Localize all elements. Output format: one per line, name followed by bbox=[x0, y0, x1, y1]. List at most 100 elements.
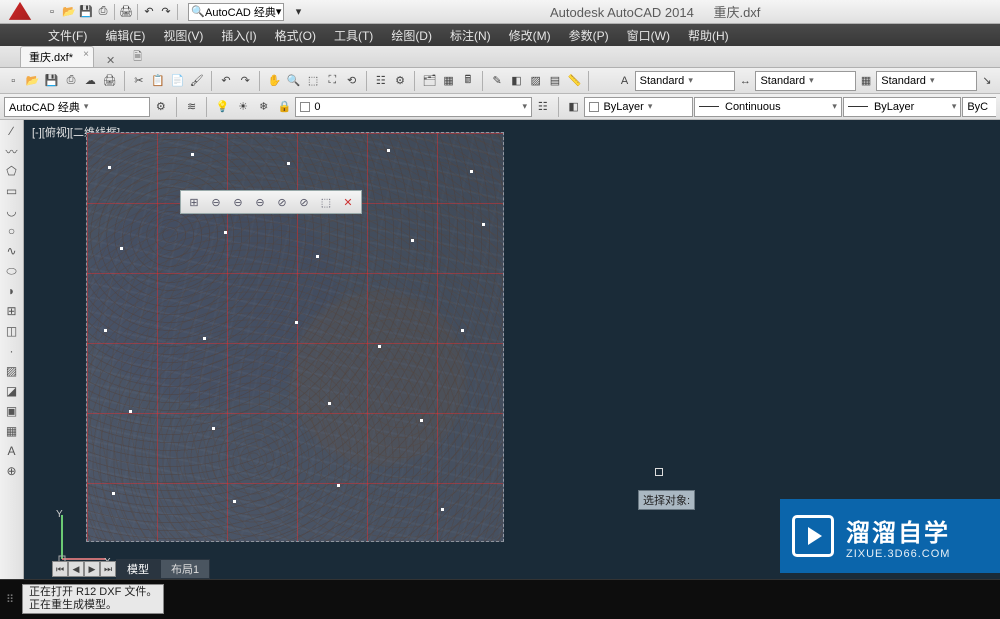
menu-format[interactable]: 格式(O) bbox=[267, 25, 324, 46]
spline-icon[interactable]: ∿ bbox=[2, 242, 22, 260]
gear-icon[interactable]: ⚙ bbox=[151, 97, 171, 117]
menu-modify[interactable]: 修改(M) bbox=[501, 25, 559, 46]
cut-icon[interactable]: ✂ bbox=[130, 71, 148, 91]
polygon-icon[interactable]: ⬠ bbox=[2, 162, 22, 180]
layer-props-icon[interactable]: ≋ bbox=[182, 97, 202, 117]
menu-view[interactable]: 视图(V) bbox=[155, 25, 211, 46]
freeze-icon[interactable]: ❄ bbox=[254, 97, 274, 117]
menu-tools[interactable]: 工具(T) bbox=[326, 25, 381, 46]
redo-icon[interactable]: ↷ bbox=[158, 4, 174, 20]
tablestyle-combo[interactable]: Standard▾ bbox=[876, 71, 977, 91]
zoom-realtime-icon[interactable]: 🔍 bbox=[285, 71, 303, 91]
menu-param[interactable]: 参数(P) bbox=[561, 25, 617, 46]
dimstyle-icon[interactable]: ↔ bbox=[736, 71, 754, 91]
redo-icon[interactable]: ↷ bbox=[236, 71, 254, 91]
addselected-icon[interactable]: ⊕ bbox=[2, 462, 22, 480]
ellipse-icon[interactable]: ⬭ bbox=[2, 262, 22, 280]
sun-icon[interactable]: ☀ bbox=[233, 97, 253, 117]
block-icon[interactable]: ◫ bbox=[2, 322, 22, 340]
color-icon[interactable]: ◧ bbox=[564, 97, 584, 117]
zoom-window-icon[interactable]: ⬚ bbox=[304, 71, 322, 91]
linetype-combo[interactable]: Continuous▾ bbox=[694, 97, 842, 117]
document-tab[interactable]: 重庆.dxf* × bbox=[20, 46, 94, 67]
menu-draw[interactable]: 绘图(D) bbox=[383, 25, 440, 46]
new-icon[interactable]: ▫ bbox=[4, 71, 22, 91]
wireframe-icon[interactable]: ⬚ bbox=[316, 192, 336, 212]
close-icon[interactable]: × bbox=[83, 49, 89, 60]
measure-icon[interactable]: 📏 bbox=[565, 71, 583, 91]
workspace-combo[interactable]: AutoCAD 经典▾ bbox=[4, 97, 150, 117]
table-icon[interactable]: ▦ bbox=[2, 422, 22, 440]
menu-file[interactable]: 文件(F) bbox=[40, 25, 95, 46]
hatch-icon[interactable]: ▨ bbox=[2, 362, 22, 380]
last-tab-icon[interactable]: ⏭ bbox=[100, 561, 116, 577]
plotstyle-combo[interactable]: ByC bbox=[962, 97, 996, 117]
mtext-icon[interactable]: A bbox=[2, 442, 22, 460]
menu-window[interactable]: 窗口(W) bbox=[619, 25, 678, 46]
save-icon[interactable]: 💾 bbox=[78, 4, 94, 20]
print-icon[interactable]: 🖨 bbox=[118, 4, 134, 20]
lock-icon[interactable]: 🔒 bbox=[275, 97, 295, 117]
menu-insert[interactable]: 插入(I) bbox=[213, 25, 264, 46]
save-icon[interactable]: 💾 bbox=[43, 71, 61, 91]
ellipse-arc-icon[interactable]: ◗ bbox=[2, 282, 22, 300]
plot-icon[interactable]: 🖨 bbox=[100, 71, 118, 91]
properties-icon[interactable]: ☷ bbox=[372, 71, 390, 91]
region-icon[interactable]: ▣ bbox=[2, 402, 22, 420]
copy-icon[interactable]: 📋 bbox=[149, 71, 167, 91]
circle-icon[interactable]: ○ bbox=[2, 222, 22, 240]
layer-combo[interactable]: 0▾ bbox=[295, 97, 532, 117]
color-combo[interactable]: ByLayer▾ bbox=[584, 97, 693, 117]
add-tab-icon[interactable]: ✕ bbox=[100, 54, 121, 67]
first-tab-icon[interactable]: ⏮ bbox=[52, 561, 68, 577]
next-tab-icon[interactable]: ▶ bbox=[84, 561, 100, 577]
lineweight-combo[interactable]: ByLayer▾ bbox=[843, 97, 961, 117]
iso-sw-icon[interactable]: ⊖ bbox=[206, 192, 226, 212]
toolpalette-icon[interactable]: ▦ bbox=[439, 71, 457, 91]
open-icon[interactable]: 📂 bbox=[23, 71, 41, 91]
table-icon[interactable]: ▤ bbox=[546, 71, 564, 91]
pline-icon[interactable]: 〰 bbox=[2, 142, 22, 160]
shade-icon[interactable]: ⊘ bbox=[294, 192, 314, 212]
textstyle-icon[interactable]: A bbox=[615, 71, 633, 91]
block-icon[interactable]: ◧ bbox=[507, 71, 525, 91]
prev-tab-icon[interactable]: ◀ bbox=[68, 561, 84, 577]
layout1-tab[interactable]: 布局1 bbox=[160, 559, 210, 579]
open-icon[interactable]: 📂 bbox=[61, 4, 77, 20]
close-toolbar-icon[interactable]: ✕ bbox=[338, 192, 358, 212]
undo-icon[interactable]: ↶ bbox=[141, 4, 157, 20]
sheetset-icon[interactable]: 🗂 bbox=[420, 71, 438, 91]
qat-dropdown-icon[interactable]: ▾ bbox=[290, 4, 306, 20]
tablestyle-icon[interactable]: ▦ bbox=[857, 71, 875, 91]
iso-se-icon[interactable]: ⊖ bbox=[228, 192, 248, 212]
gradient-icon[interactable]: ◪ bbox=[2, 382, 22, 400]
calc-icon[interactable]: 🖩 bbox=[459, 71, 477, 91]
dsettings-icon[interactable]: ⚙ bbox=[391, 71, 409, 91]
arc-icon[interactable]: ◡ bbox=[2, 202, 22, 220]
rectangle-icon[interactable]: ▭ bbox=[2, 182, 22, 200]
saveas-icon[interactable]: ⎙ bbox=[95, 4, 111, 20]
point-icon[interactable]: · bbox=[2, 342, 22, 360]
paste-icon[interactable]: 📄 bbox=[168, 71, 186, 91]
new-tab-icon[interactable]: 🗎 bbox=[127, 48, 148, 67]
markup-icon[interactable]: ✎ bbox=[488, 71, 506, 91]
insert-icon[interactable]: ⊞ bbox=[2, 302, 22, 320]
menu-dim[interactable]: 标注(N) bbox=[442, 25, 499, 46]
lightbulb-icon[interactable]: 💡 bbox=[212, 97, 232, 117]
iso-ne-icon[interactable]: ⊖ bbox=[250, 192, 270, 212]
view-toolbar-floating[interactable]: ⊞ ⊖ ⊖ ⊖ ⊘ ⊘ ⬚ ✕ bbox=[180, 190, 362, 214]
cmd-handle-icon[interactable]: ⠿ bbox=[3, 592, 17, 606]
zoom-prev-icon[interactable]: ⟲ bbox=[342, 71, 360, 91]
layerstate-icon[interactable]: ☷ bbox=[533, 97, 553, 117]
iso-nw-icon[interactable]: ⊘ bbox=[272, 192, 292, 212]
saveas-icon[interactable]: ⎙ bbox=[62, 71, 80, 91]
match-icon[interactable]: 🖌 bbox=[188, 71, 206, 91]
dimstyle-combo[interactable]: Standard▾ bbox=[755, 71, 856, 91]
command-area[interactable]: ⠿ 正在打开 R12 DXF 文件。 正在重生成模型。 bbox=[0, 579, 1000, 619]
menu-edit[interactable]: 编辑(E) bbox=[97, 25, 153, 46]
workspace-selector[interactable]: 🔍 AutoCAD 经典 ▾ bbox=[188, 3, 284, 21]
line-icon[interactable]: ∕ bbox=[2, 122, 22, 140]
model-tab[interactable]: 模型 bbox=[116, 559, 160, 579]
undo-icon[interactable]: ↶ bbox=[217, 71, 235, 91]
hatch-icon[interactable]: ▨ bbox=[527, 71, 545, 91]
